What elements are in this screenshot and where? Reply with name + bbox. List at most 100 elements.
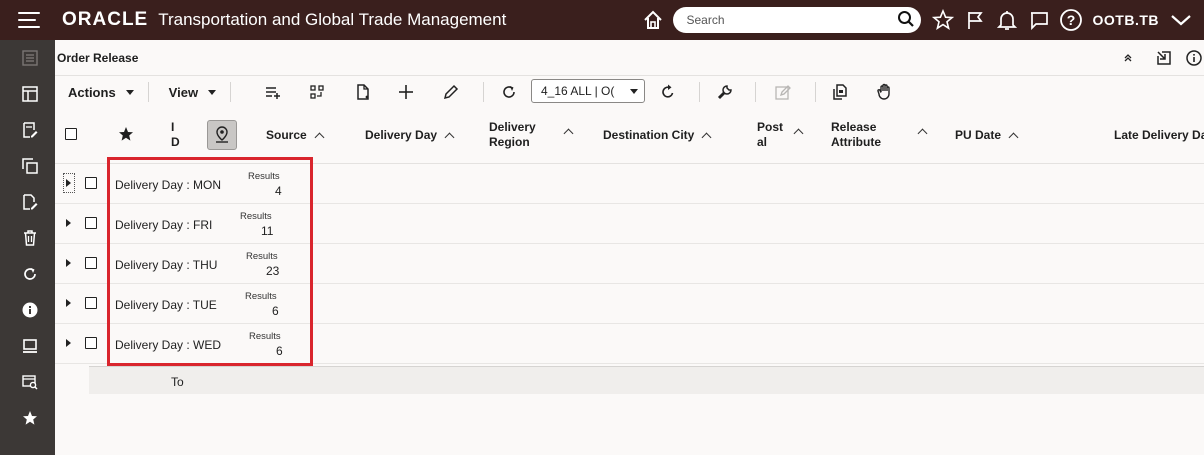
copy-document-icon[interactable] <box>830 82 850 102</box>
expand-arrow-icon[interactable] <box>66 299 71 307</box>
dashboard-icon[interactable] <box>20 48 40 68</box>
copy-icon[interactable] <box>20 156 40 176</box>
column-delivery-region-line1: Delivery <box>489 120 536 134</box>
column-id[interactable]: I D <box>171 120 180 150</box>
table-header: I D Source Delivery Day Delivery Region … <box>55 108 1204 164</box>
select-all-checkbox[interactable] <box>65 128 77 140</box>
divider <box>815 82 816 102</box>
caret-down-icon <box>630 88 638 94</box>
home-icon[interactable] <box>640 7 666 33</box>
refresh-icon[interactable] <box>20 264 40 284</box>
edit-document-icon[interactable] <box>20 120 40 140</box>
add-row-icon[interactable] <box>263 82 283 102</box>
edit-pencil-icon[interactable] <box>441 82 461 102</box>
app-title: Transportation and Global Trade Manageme… <box>158 10 507 29</box>
column-source-label: Source <box>266 128 307 142</box>
sort-icon[interactable] <box>563 128 574 139</box>
row-checkbox[interactable] <box>85 217 97 229</box>
view-menu-label: View <box>168 84 199 100</box>
column-postal-line2: al <box>757 135 768 149</box>
column-postal[interactable]: Post al <box>757 120 783 150</box>
column-delivery-day-label: Delivery Day <box>365 128 438 142</box>
menu-icon[interactable] <box>18 12 40 28</box>
query-icon[interactable] <box>20 372 40 392</box>
top-header: ORACLE Transportation and Global Trade M… <box>0 0 1204 40</box>
column-release-attribute-line1: Release <box>831 120 877 134</box>
svg-text:?: ? <box>1066 12 1075 28</box>
column-destination-city[interactable]: Destination City <box>603 128 712 143</box>
expand-arrow-icon[interactable] <box>66 219 71 227</box>
notifications-bell-icon[interactable] <box>994 7 1020 33</box>
expand-arrow-icon[interactable] <box>66 259 71 267</box>
favorite-column-star-icon <box>118 126 134 145</box>
view-menu[interactable]: View <box>153 80 226 104</box>
page-header: Order Release <box>55 40 1204 76</box>
refresh-query-icon[interactable] <box>499 82 519 102</box>
column-delivery-region-line2: Region <box>489 135 530 149</box>
add-icon[interactable] <box>396 82 416 102</box>
column-destination-city-label: Destination City <box>603 128 695 142</box>
delete-icon[interactable] <box>20 228 40 248</box>
column-id-label-line1: I <box>171 120 175 134</box>
group-by-icon[interactable] <box>307 82 327 102</box>
collapse-icon[interactable] <box>1118 48 1138 68</box>
saved-query-select[interactable]: 4_16 ALL | O( <box>531 79 645 103</box>
sort-icon <box>701 132 712 143</box>
info-icon[interactable] <box>20 300 40 320</box>
sort-icon <box>1008 132 1019 143</box>
wrench-icon[interactable] <box>715 82 735 102</box>
column-late-delivery-date[interactable]: Late Delivery Da <box>1114 128 1204 143</box>
column-postal-line1: Post <box>757 120 784 134</box>
toolbar: Actions View 4_16 ALL | O( <box>55 78 1204 106</box>
sort-icon[interactable] <box>917 128 928 139</box>
document-edit-icon[interactable] <box>20 192 40 212</box>
favorites-star-icon[interactable] <box>930 7 956 33</box>
row-checkbox[interactable] <box>85 297 97 309</box>
divider <box>147 82 149 102</box>
search-icon[interactable] <box>897 10 915 31</box>
row-checkbox[interactable] <box>85 337 97 349</box>
search-input[interactable] <box>686 13 897 27</box>
column-release-attribute[interactable]: Release Attribute <box>831 120 881 150</box>
messages-icon[interactable] <box>1026 7 1052 33</box>
divider <box>699 82 700 102</box>
sort-icon[interactable] <box>793 128 804 139</box>
expand-arrow-icon[interactable] <box>66 339 71 347</box>
divider <box>230 82 232 102</box>
total-label: To <box>171 375 184 389</box>
new-document-icon[interactable] <box>353 82 373 102</box>
favorites-icon[interactable] <box>20 408 40 428</box>
screen-icon[interactable] <box>20 336 40 356</box>
row-checkbox[interactable] <box>85 177 97 189</box>
page-info-icon[interactable] <box>1184 48 1204 68</box>
column-id-label-line2: D <box>171 135 180 149</box>
column-release-attribute-line2: Attribute <box>831 135 881 149</box>
actions-menu[interactable]: Actions <box>55 80 144 104</box>
minimize-window-icon[interactable] <box>1154 48 1174 68</box>
column-pu-date[interactable]: PU Date <box>955 128 1019 143</box>
reload-icon[interactable] <box>658 82 678 102</box>
divider <box>755 82 756 102</box>
help-icon[interactable]: ? <box>1058 7 1084 33</box>
user-name[interactable]: OOTB.TB <box>1093 12 1160 28</box>
user-menu-chevron-icon[interactable] <box>1168 7 1194 33</box>
layout-icon[interactable] <box>20 84 40 104</box>
search-field[interactable] <box>672 7 921 33</box>
highlight-box <box>107 157 313 366</box>
column-source[interactable]: Source <box>266 128 325 143</box>
hand-pointer-icon[interactable] <box>875 82 895 102</box>
caret-down-icon <box>208 89 217 95</box>
map-pin-icon <box>216 126 228 143</box>
column-delivery-region[interactable]: Delivery Region <box>489 120 536 150</box>
divider <box>483 82 484 102</box>
row-checkbox[interactable] <box>85 257 97 269</box>
expand-arrow-icon[interactable] <box>66 179 71 187</box>
sort-icon <box>444 132 455 143</box>
map-view-button[interactable] <box>207 120 237 150</box>
sort-icon <box>314 132 325 143</box>
total-row: To <box>89 366 1204 394</box>
flag-icon[interactable] <box>962 7 988 33</box>
left-navigation-rail <box>0 40 55 455</box>
column-delivery-day[interactable]: Delivery Day <box>365 128 455 143</box>
page-title: Order Release <box>57 50 139 65</box>
